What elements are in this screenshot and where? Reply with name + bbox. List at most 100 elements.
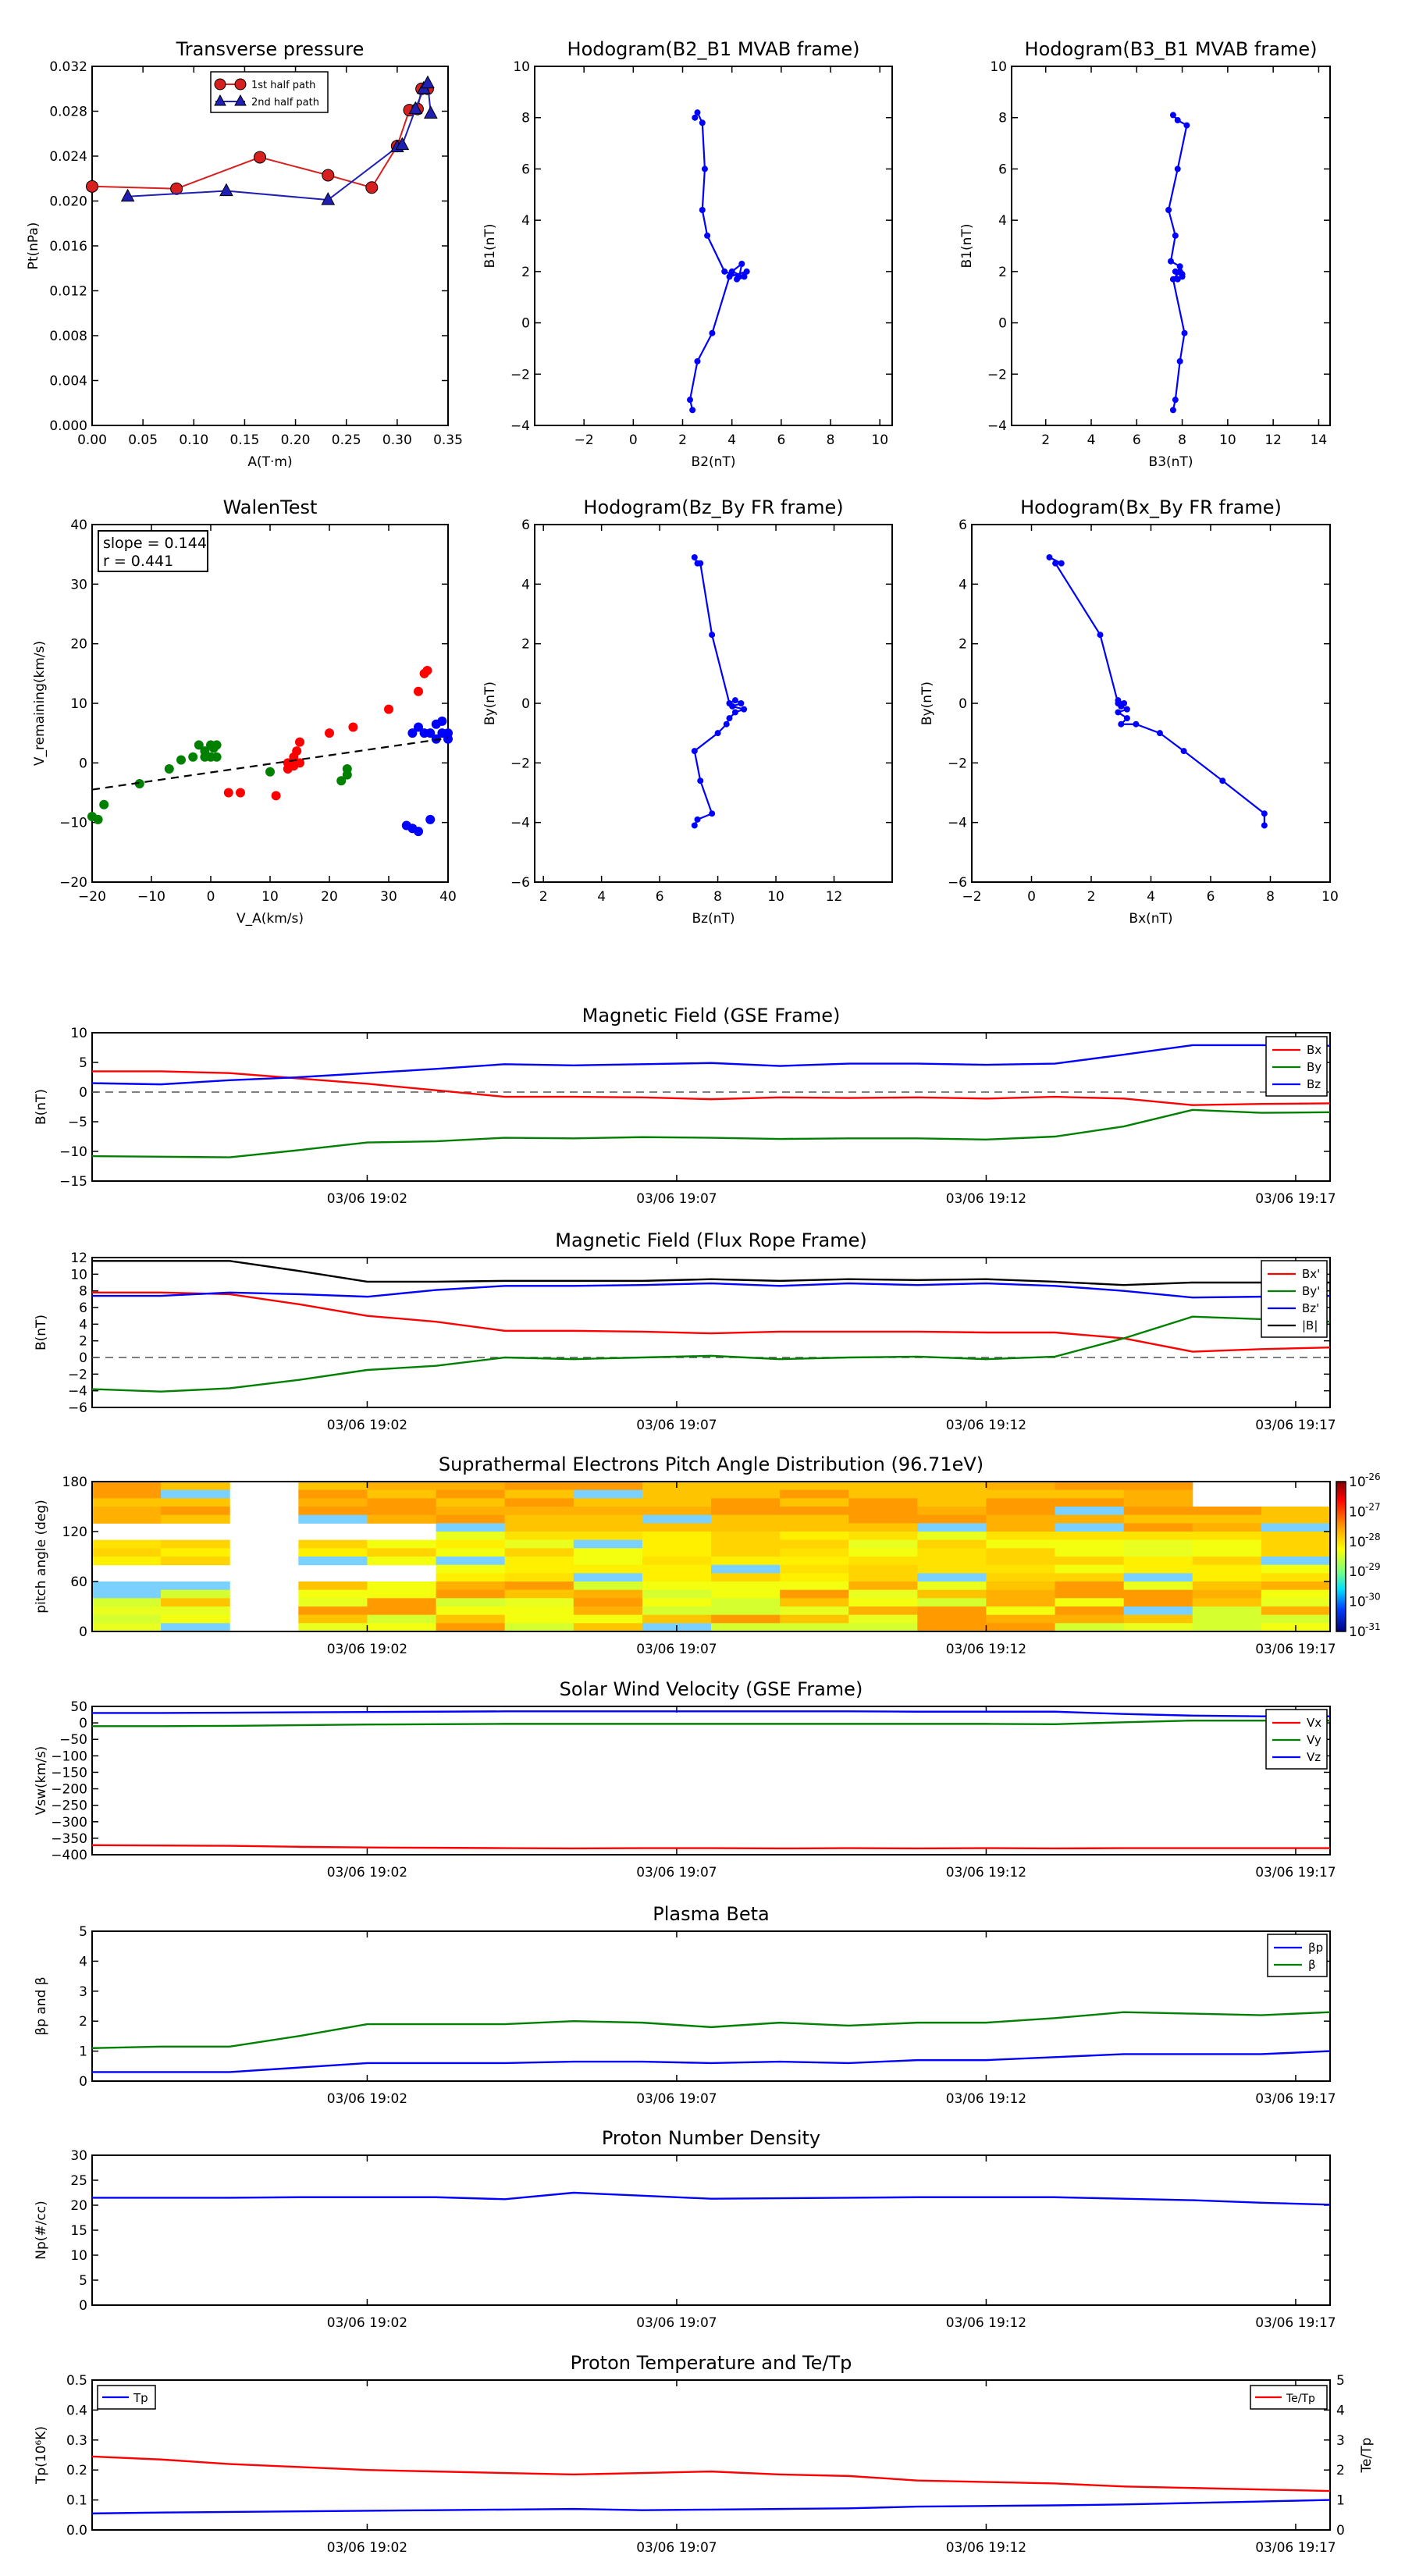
pitch-angle-heatmap-cell	[1261, 1548, 1331, 1557]
pitch-angle-heatmap-cell	[161, 1557, 230, 1566]
pitch-angle-heatmap-cell	[711, 1532, 781, 1541]
pitch-angle-heatmap-cell	[780, 1623, 849, 1632]
pitch-angle-heatmap-cell	[1261, 1507, 1331, 1516]
transverse-pressure-point	[219, 183, 233, 197]
magnetic-field-fr-series-line-2	[92, 1282, 1331, 1299]
pitch-angle-heatmap-cell	[573, 1589, 643, 1599]
transverse-pressure-ytick-label: 0.016	[49, 239, 87, 254]
hodogram-b2-b1-ytick-label: 6	[521, 162, 530, 177]
hodogram-bx-by-xtick-label: 0	[1027, 889, 1036, 905]
pitch-angle-heatmap-cell	[298, 1539, 368, 1549]
hodogram-bz-by-point	[709, 810, 716, 817]
hodogram-b3-b1-point	[1174, 165, 1181, 173]
pitch-angle-heatmap-cell	[986, 1623, 1056, 1632]
hodogram-b3-b1-point	[1168, 258, 1174, 265]
pitch-angle-heatmap-cell	[92, 1598, 162, 1607]
pitch-angle-heatmap-cell	[711, 1514, 781, 1524]
hodogram-bx-by-point	[1261, 822, 1268, 829]
pitch-angle-heatmap-cell	[367, 1514, 437, 1524]
pitch-angle-heatmap-cell	[917, 1514, 987, 1524]
pitch-angle-heatmap-cell	[436, 1589, 506, 1599]
proton-temperature-legend-label: Tp	[133, 2391, 148, 2405]
plasma-beta-series-line-1	[91, 2011, 1331, 2049]
pitch-angle-heatmap-cell	[1192, 1532, 1262, 1541]
pitch-angle-heatmap-cell	[780, 1598, 849, 1607]
hodogram-bz-by-point	[709, 632, 716, 639]
pitch-angle-heatmap-cell	[367, 1614, 437, 1624]
pitch-angle-heatmap-cell	[1123, 1557, 1193, 1566]
pitch-angle-heatmap-cell	[1261, 1564, 1331, 1574]
walen-test-point	[292, 746, 302, 756]
pitch-angle-heatmap-cell	[504, 1557, 574, 1566]
pitch-angle-heatmap-cell	[642, 1614, 712, 1624]
pitch-angle-heatmap-cell	[504, 1489, 574, 1499]
pitch-angle-heatmap-cell	[780, 1489, 849, 1499]
pitch-angle-colorbar-tick-exponent: -28	[1365, 1532, 1381, 1542]
hodogram-b2-b1-point	[738, 261, 745, 267]
walen-test-xtick-label: 20	[321, 889, 338, 905]
pitch-angle-heatmap-cell	[1261, 1614, 1331, 1624]
pitch-angle-heatmap-cell	[986, 1573, 1056, 1582]
pitch-angle-heatmap-cell	[1055, 1532, 1125, 1541]
hodogram-b3-b1-ytick-label: 8	[998, 111, 1007, 126]
solar-wind-velocity-ytick-label: −350	[51, 1831, 87, 1847]
hodogram-b2-b1-point	[694, 358, 701, 365]
pitch-angle-heatmap-cell	[780, 1564, 849, 1574]
pitch-angle-heatmap-cell	[436, 1598, 506, 1607]
pitch-angle-heatmap-cell	[642, 1589, 712, 1599]
hodogram-bz-by-title: Hodogram(Bz_By FR frame)	[583, 496, 843, 518]
solar-wind-velocity-ytick-label: −150	[51, 1765, 87, 1781]
pitch-angle-heatmap-cell	[1055, 1523, 1125, 1532]
hodogram-bx-by-xtick-label: 2	[1087, 889, 1096, 905]
pitch-angle-heatmap-cell	[1055, 1582, 1125, 1591]
magnetic-field-gse-legend-label: Bx	[1307, 1043, 1321, 1057]
pitch-angle-heatmap-cell	[298, 1582, 368, 1591]
hodogram-bx-by-point	[1123, 706, 1130, 713]
walen-test-title: WalenTest	[223, 496, 318, 518]
pitch-angle-heatmap-cell	[986, 1614, 1056, 1624]
pitch-angle-heatmap-cell	[367, 1548, 437, 1557]
pitch-angle-heatmap-cell	[917, 1489, 987, 1499]
pitch-angle-heatmap-cell	[711, 1557, 781, 1566]
walen-test-r-label: r = 0.441	[103, 553, 173, 570]
pitch-angle-time-tick-label: 03/06 19:07	[636, 1642, 717, 1657]
pitch-angle-heatmap-cell	[917, 1523, 987, 1532]
pitch-angle-heatmap-cell	[436, 1514, 506, 1524]
pitch-angle-heatmap-cell	[848, 1582, 918, 1591]
pitch-angle-heatmap-cell	[161, 1482, 230, 1491]
pitch-angle-heatmap-cells	[92, 1482, 1331, 1632]
hodogram-bz-by-point	[694, 816, 701, 823]
pitch-angle-heatmap-cell	[780, 1589, 849, 1599]
pitch-angle-heatmap-cell	[1261, 1573, 1331, 1582]
hodogram-b3-b1-point	[1169, 276, 1176, 283]
hodogram-bx-by-point	[1115, 709, 1122, 716]
hodogram-bz-by-point	[738, 700, 745, 706]
pitch-angle-heatmap-cell	[848, 1548, 918, 1557]
pitch-angle-heatmap-cell	[986, 1539, 1056, 1549]
solar-wind-velocity-ytick-label: −200	[51, 1782, 87, 1798]
walen-test-point	[348, 722, 358, 732]
pitch-angle-heatmap-cell	[642, 1582, 712, 1591]
pitch-angle-heatmap-cell	[298, 1489, 368, 1499]
pitch-angle-heatmap-cell	[1123, 1548, 1193, 1557]
proton-temperature-series-line-0	[91, 2499, 1331, 2515]
pitch-angle-heatmap-cell	[298, 1614, 368, 1624]
hodogram-bx-by-point	[1261, 810, 1268, 817]
pitch-angle-heatmap-cell	[780, 1557, 849, 1566]
pitch-angle-heatmap-cell	[92, 1548, 162, 1557]
magnetic-field-fr-ytick-label: 10	[70, 1267, 87, 1283]
transverse-pressure-xtick-label: 0.00	[77, 432, 107, 448]
hodogram-b3-b1-point	[1176, 268, 1183, 275]
hodogram-b2-b1-xtick-label: 4	[727, 432, 736, 448]
pitch-angle-heatmap-cell	[642, 1564, 712, 1574]
pitch-angle-heatmap-cell	[848, 1489, 918, 1499]
hodogram-bx-by-ytick-label: 0	[959, 696, 967, 712]
hodogram-bx-by-title: Hodogram(Bx_By FR frame)	[1020, 496, 1282, 518]
pitch-angle-heatmap-cell	[848, 1573, 918, 1582]
transverse-pressure-point	[365, 181, 379, 194]
proton-density-plot-frame	[91, 2154, 1331, 2306]
pitch-angle-heatmap-cell	[917, 1539, 987, 1549]
transverse-pressure-xtick-label: 0.20	[281, 432, 311, 448]
pitch-angle-heatmap-cell	[917, 1548, 987, 1557]
pitch-angle-colorbar-tick-label: 10	[1349, 1624, 1366, 1640]
